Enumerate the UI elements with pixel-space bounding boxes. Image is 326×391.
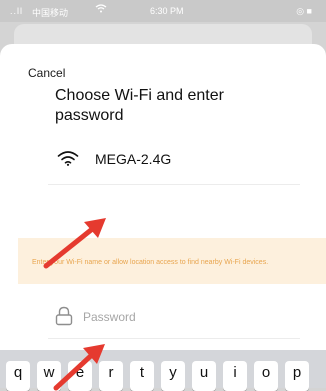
wifi-arrow-icon <box>43 218 106 269</box>
annotation-arrows <box>43 218 106 391</box>
password-arrow-icon <box>53 344 105 391</box>
